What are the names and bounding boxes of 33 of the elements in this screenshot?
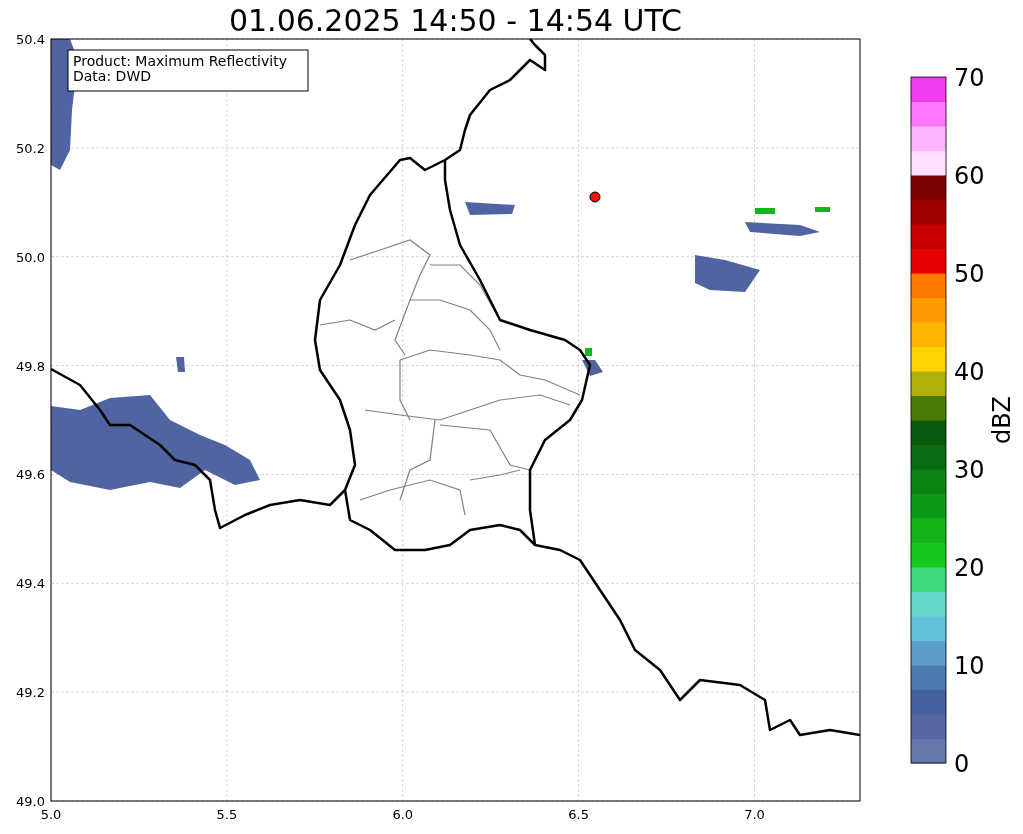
axis-tick-label: 50.2 <box>16 140 45 156</box>
axis-tick-label: 6.0 <box>392 807 414 822</box>
info-text: Data: DWD <box>73 68 151 84</box>
axis-tick-label: 49.0 <box>16 794 45 809</box>
axis-tick-label: 50.0 <box>16 249 45 265</box>
axis-tick-label: 7.0 <box>744 807 765 822</box>
colorbar-tick-label: 40 <box>954 358 985 386</box>
axis-tick-label: 49.2 <box>16 685 45 701</box>
axis-tick-label: 49.4 <box>16 576 45 592</box>
axis-tick-label: 5.5 <box>216 807 238 822</box>
radar-echo <box>695 255 760 292</box>
axis-tick-label: 5.0 <box>40 807 62 822</box>
colorbar-tick-label: 60 <box>954 162 985 190</box>
colorbar-tick-label: 30 <box>954 456 985 484</box>
radar-echo <box>755 208 775 214</box>
colorbar-tick-label: 70 <box>954 64 985 92</box>
colorbar-tick-label: 20 <box>954 554 985 582</box>
chart-title: 01.06.2025 14:50 - 14:54 UTC <box>228 3 683 39</box>
radar-echo <box>465 202 515 215</box>
axis-tick-label: 50.4 <box>16 32 45 47</box>
radar-echo <box>585 348 592 356</box>
colorbar-label: dBZ <box>988 395 1016 445</box>
colorbar-tick-label: 50 <box>954 260 985 288</box>
info-text: Product: Maximum Reflectivity <box>73 53 287 69</box>
axis-tick-label: 49.8 <box>16 358 45 374</box>
radar-echo <box>815 207 830 212</box>
axis-tick-label: 49.6 <box>16 467 45 483</box>
location-marker <box>589 191 601 203</box>
colorbar-tick-label: 10 <box>954 652 985 680</box>
colorbar-tick-label: 0 <box>954 750 970 778</box>
axis-tick-label: 6.5 <box>568 807 589 822</box>
radar-echo <box>582 360 603 376</box>
radar-echo <box>176 357 185 372</box>
